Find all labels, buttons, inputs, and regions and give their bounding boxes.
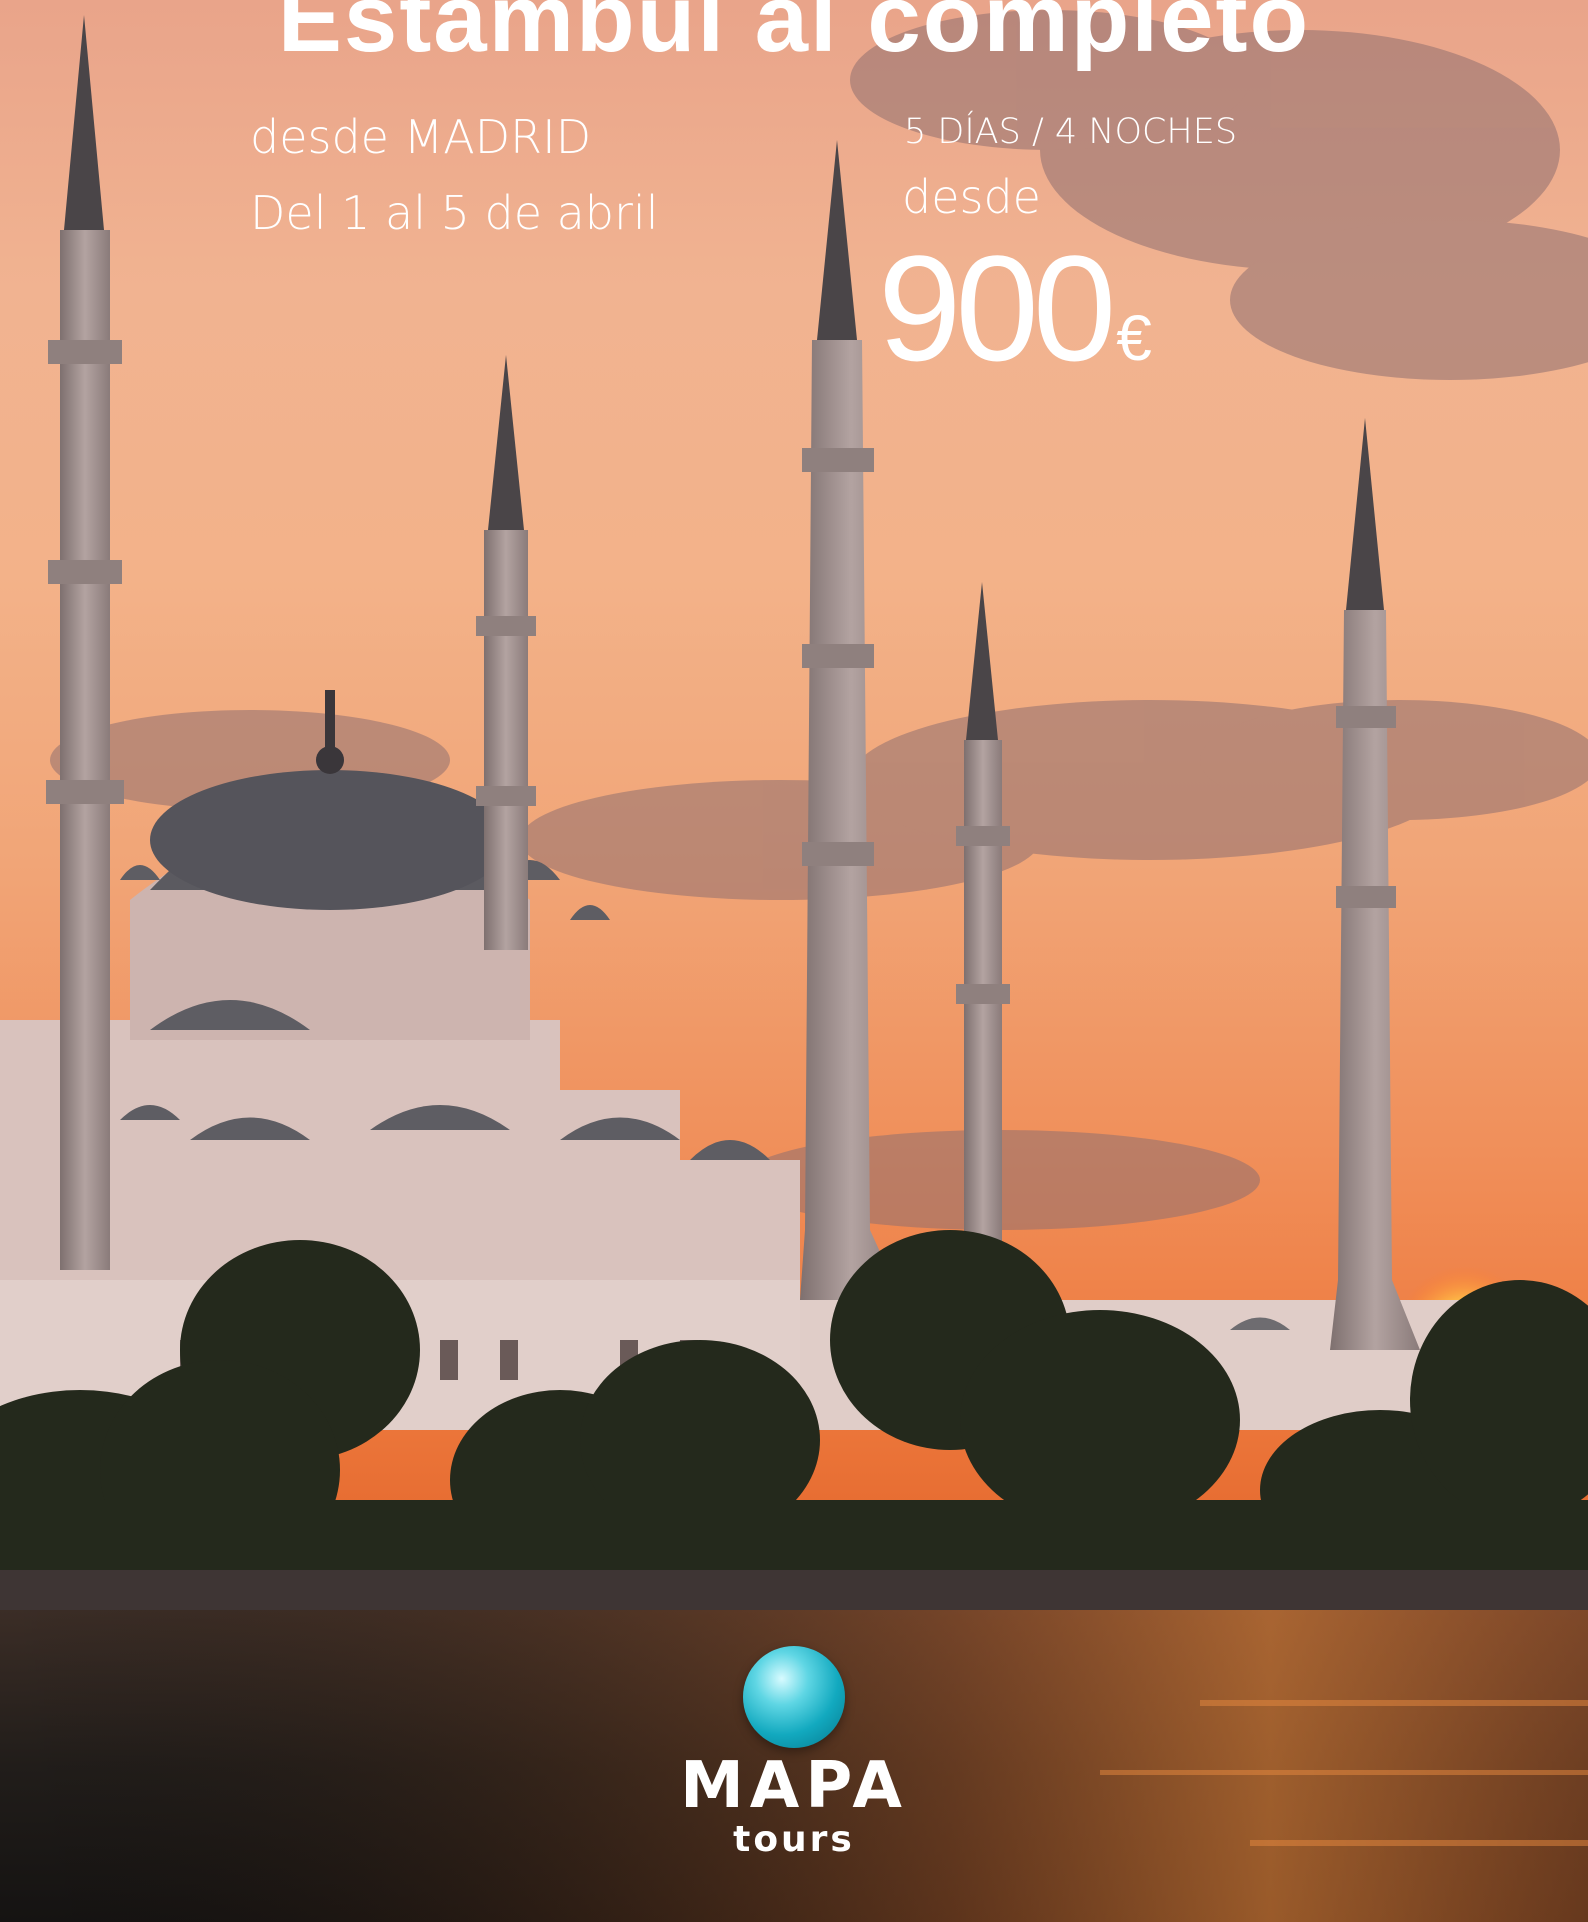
promenade [0, 1570, 1588, 1610]
mapa-tours-logo[interactable]: MAPA tours [644, 1646, 944, 1861]
price-currency: € [1116, 302, 1152, 374]
trip-title: Estambul al completo [277, 0, 1311, 72]
price-amount: 900 [878, 224, 1116, 392]
globe-icon [743, 1646, 845, 1748]
poster: Estambul al completo desde MADRID Del 1 … [0, 0, 1588, 1922]
travel-dates: Del 1 al 5 de abril [250, 186, 659, 240]
price: 900€ [878, 222, 1152, 395]
mosque-sunset-photo [0, 10, 1588, 1922]
logo-brand-sub: tours [733, 1819, 855, 1860]
price-from-label: desde [902, 170, 1041, 224]
logo-brand-name: MAPA [680, 1749, 908, 1823]
departure-city: desde MADRID [250, 110, 592, 164]
trip-duration: 5 DÍAS / 4 NOCHES [904, 112, 1238, 152]
